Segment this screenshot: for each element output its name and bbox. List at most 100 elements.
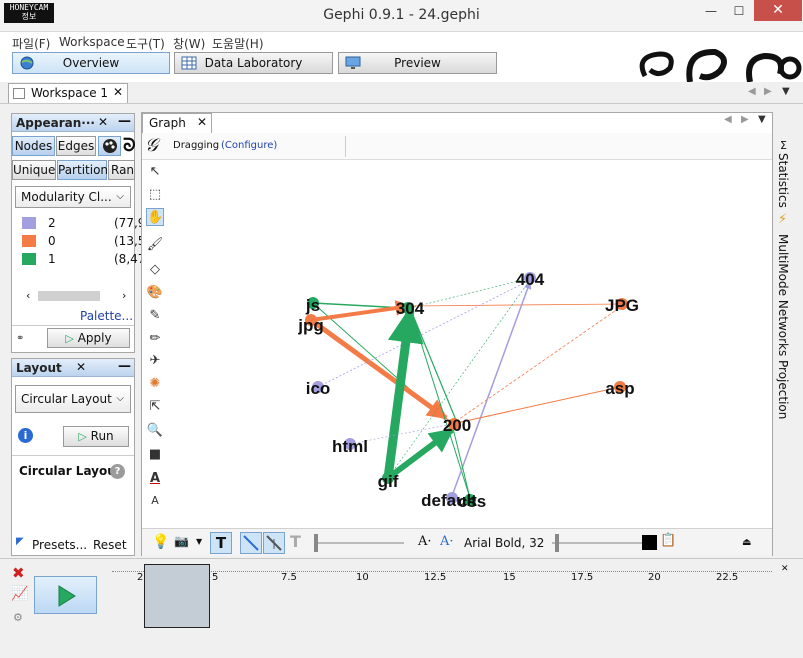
edge-pencil-icon[interactable]: ✏ <box>146 330 164 348</box>
graph-svg[interactable]: js jpg 304 404 JPG ico asp 200 html gif … <box>170 160 772 528</box>
timeline-settings-icon[interactable]: ⚙ <box>13 611 23 624</box>
info-icon[interactable]: i <box>18 428 33 443</box>
graph-tab-scroll-left-icon[interactable]: ◀ <box>724 114 732 125</box>
workspace-tab[interactable]: Workspace 1 ✕ <box>8 83 128 103</box>
edge-scale-slider[interactable] <box>314 542 404 544</box>
multimode-side-tab[interactable]: ⚡ MultiMode Networks Projection <box>776 212 800 422</box>
edge-color-icon[interactable] <box>263 532 285 554</box>
font-size-decrease-icon[interactable]: A· <box>418 534 432 549</box>
minimize-icon[interactable]: — <box>700 4 722 20</box>
chevron-down-icon: ⌵ <box>116 393 124 404</box>
configure-link[interactable]: (Configure) <box>221 140 277 151</box>
graph-tab[interactable]: Graph ✕ <box>142 113 212 133</box>
unique-tab[interactable]: Unique <box>12 160 56 180</box>
timeline-menu-icon[interactable]: ✕ <box>781 564 789 574</box>
edge-line-icon[interactable] <box>240 532 262 554</box>
background-color-icon[interactable]: ■ <box>146 446 164 464</box>
presets-button[interactable]: Presets... <box>32 538 87 552</box>
partition-attribute-value: Modularity Cl... <box>21 190 112 204</box>
label-attributes-icon[interactable]: 📋 <box>660 533 676 548</box>
lightbulb-icon[interactable]: 💡 <box>152 534 169 550</box>
tab-list-dropdown-icon[interactable]: ▼ <box>782 86 790 97</box>
size-icon[interactable]: ᘐ <box>123 135 135 157</box>
rectangle-select-icon[interactable]: ⬚ <box>146 186 164 204</box>
painter-brush-icon[interactable]: 🖌 <box>146 236 164 254</box>
diamond-icon[interactable]: ◇ <box>146 261 164 279</box>
run-button[interactable]: ▷ Run <box>63 426 129 447</box>
data-laboratory-perspective-button[interactable]: Data Laboratory <box>174 52 333 74</box>
layout-algorithm-select[interactable]: Circular Layout ⌵ <box>15 385 131 413</box>
partition-color-swatch[interactable] <box>22 253 36 265</box>
timeline-range-window[interactable] <box>144 564 210 628</box>
color-palette-icon[interactable]: 🎨 <box>146 284 164 302</box>
appearance-minimize-icon[interactable]: — <box>118 114 131 129</box>
link-chain-icon[interactable]: ⚭ <box>16 333 24 344</box>
edge-scale-slider-thumb[interactable] <box>314 534 318 552</box>
workspace-tab-close-icon[interactable]: ✕ <box>113 85 123 99</box>
drag-hand-icon[interactable]: ✋ <box>146 208 164 226</box>
menu-help[interactable]: 도움말(H) <box>212 35 264 52</box>
edge-labels-icon[interactable]: T <box>290 532 301 551</box>
show-labels-icon[interactable]: T <box>210 532 232 554</box>
partition-attribute-select[interactable]: Modularity Cl... ⌵ <box>15 186 131 208</box>
heat-map-icon[interactable]: ✺ <box>146 375 164 393</box>
screenshot-camera-icon[interactable]: 📷 <box>174 534 189 548</box>
help-icon[interactable]: ? <box>110 464 125 479</box>
overview-perspective-button[interactable]: Overview <box>12 52 170 74</box>
partition-color-swatch[interactable] <box>22 235 36 247</box>
maximize-icon[interactable]: ☐ <box>728 4 750 20</box>
partition-tab[interactable]: Partition <box>57 160 108 180</box>
partition-scrollbar[interactable]: ‹ › <box>22 289 134 303</box>
menu-tools[interactable]: 도구(T) <box>126 35 165 52</box>
scroll-left-icon[interactable]: ‹ <box>26 289 30 302</box>
select-arrow-icon[interactable]: ↖ <box>146 163 164 181</box>
graph-tab-close-icon[interactable]: ✕ <box>197 115 207 129</box>
node-label: html <box>332 437 368 456</box>
nodes-tab[interactable]: Nodes <box>12 136 55 156</box>
edges-tab[interactable]: Edges <box>56 136 96 156</box>
layout-minimize-icon[interactable]: — <box>118 359 131 374</box>
scroll-right-icon[interactable]: › <box>122 289 126 302</box>
timeline-chart-icon[interactable]: 📈 <box>11 586 28 602</box>
edit-info-icon[interactable]: ⇱ <box>146 398 164 416</box>
shortest-path-airplane-icon[interactable]: ✈ <box>146 352 164 370</box>
preview-perspective-button[interactable]: Preview <box>338 52 497 74</box>
palette-link[interactable]: Palette... <box>80 309 133 323</box>
menu-workspace[interactable]: Workspace <box>59 35 125 49</box>
label-size-slider-thumb[interactable] <box>555 534 559 552</box>
font-size-icon[interactable]: A <box>146 492 164 510</box>
graph-canvas[interactable]: js jpg 304 404 JPG ico asp 200 html gif … <box>170 160 772 528</box>
graph-tab-scroll-right-icon[interactable]: ▶ <box>741 114 749 125</box>
font-selector[interactable]: Arial Bold, 32 <box>464 536 544 550</box>
node-label: gif <box>378 472 399 491</box>
statistics-icon: Σ <box>780 139 787 152</box>
zoom-search-icon[interactable]: 🔍 <box>146 422 164 440</box>
divider <box>12 325 134 326</box>
font-size-increase-icon[interactable]: A· <box>440 534 454 549</box>
label-size-slider[interactable] <box>552 542 642 544</box>
partition-color-swatch[interactable] <box>22 217 36 229</box>
tab-scroll-left-icon[interactable]: ◀ <box>748 86 756 97</box>
reset-button[interactable]: Reset <box>93 538 127 552</box>
font-color-icon[interactable]: A <box>146 470 164 488</box>
menu-file[interactable]: 파일(F) <box>12 35 50 52</box>
ranking-tab[interactable]: Rank <box>108 160 135 180</box>
pencil-icon[interactable]: ✎ <box>146 307 164 325</box>
label-color-swatch[interactable] <box>642 535 657 550</box>
appearance-close-icon[interactable]: ✕ <box>98 115 108 129</box>
scrollbar-thumb[interactable] <box>38 291 100 301</box>
menu-window[interactable]: 창(W) <box>173 35 205 52</box>
close-timeline-icon[interactable]: ✖ <box>12 564 25 582</box>
palette-icon[interactable] <box>98 136 121 156</box>
layout-close-icon[interactable]: ✕ <box>76 360 86 374</box>
expand-toolbar-icon[interactable]: ⏏ <box>742 537 751 548</box>
statistics-side-tab[interactable]: Σ Statistics <box>776 133 800 209</box>
tab-scroll-right-icon[interactable]: ▶ <box>764 86 772 97</box>
close-window-button[interactable]: ✕ <box>754 0 802 21</box>
timeline-play-button[interactable] <box>34 576 97 614</box>
chevron-down-icon[interactable]: ▼ <box>196 537 202 546</box>
timeline-tick: 10 <box>356 572 369 583</box>
graph-tab-list-icon[interactable]: ▼ <box>758 114 766 125</box>
graph-mode-label: Dragging <box>173 140 220 151</box>
apply-button[interactable]: ▷ Apply <box>47 328 130 348</box>
